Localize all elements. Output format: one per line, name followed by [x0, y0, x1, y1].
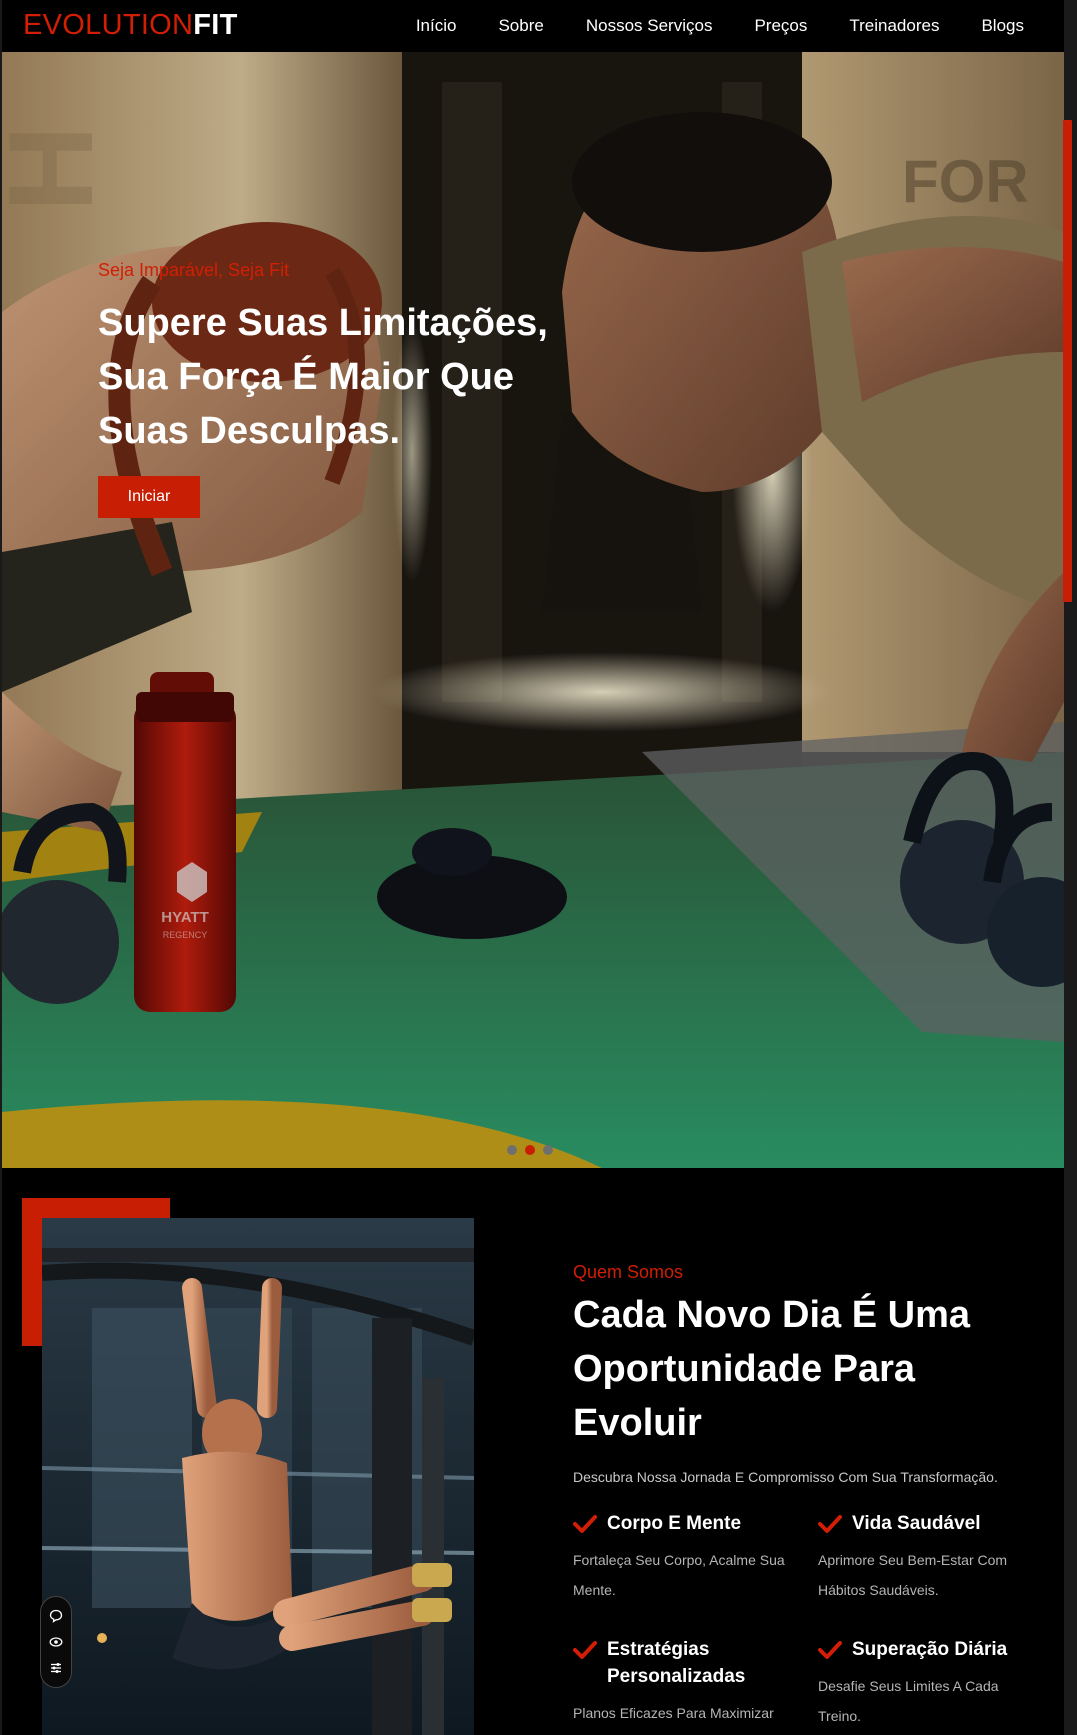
feature-title: Estratégias Personalizadas [607, 1639, 746, 1687]
check-icon [573, 1641, 597, 1659]
sliders-icon[interactable] [47, 1659, 65, 1677]
nav-item-servicos[interactable]: Nossos Serviços [586, 16, 713, 36]
nav-item-blogs[interactable]: Blogs [981, 16, 1024, 36]
hero-section: H FOR [2, 52, 1064, 1168]
carousel-dot-3[interactable] [543, 1145, 553, 1155]
check-icon [818, 1515, 842, 1533]
brand-part-1: EVOLUTION [23, 9, 194, 41]
feature-title: Corpo E Mente [607, 1513, 742, 1534]
page: EVOLUTIONFIT Início Sobre Nossos Serviço… [2, 0, 1064, 1735]
navbar: EVOLUTIONFIT Início Sobre Nossos Serviço… [2, 0, 1064, 52]
feature-title: Vida Saudável [852, 1513, 981, 1534]
scrollbar-thumb[interactable] [1063, 120, 1072, 602]
feature-text: Aprimore Seu Bem-Estar Com Hábitos Saudá… [818, 1552, 1008, 1598]
feature-estrategias: Estratégias Personalizadas Planos Eficaz… [573, 1636, 795, 1728]
nav-item-inicio[interactable]: Início [416, 16, 457, 36]
hero-title: Supere Suas Limitações, Sua Força É Maio… [98, 302, 548, 452]
carousel-dot-2[interactable] [525, 1145, 535, 1155]
nav-item-precos[interactable]: Preços [754, 16, 807, 36]
about-image [42, 1218, 474, 1735]
feature-text: Planos Eficazes Para Maximizar [573, 1705, 774, 1721]
about-title: Cada Novo Dia É Uma Oportunidade Para Ev… [573, 1294, 970, 1444]
feature-vida-saudavel: Vida Saudável Aprimore Seu Bem-Estar Com… [818, 1510, 1040, 1605]
feature-corpo-mente: Corpo E Mente Fortaleça Seu Corpo, Acalm… [573, 1510, 795, 1605]
feature-text: Desafie Seus Limites A Cada Treino. [818, 1678, 999, 1724]
floating-toolbar [40, 1596, 72, 1688]
nav-item-treinadores[interactable]: Treinadores [849, 16, 939, 36]
check-icon [573, 1515, 597, 1533]
main-nav: Início Sobre Nossos Serviços Preços Trei… [416, 0, 1024, 52]
feature-text: Fortaleça Seu Corpo, Acalme Sua Mente. [573, 1552, 785, 1598]
eye-icon[interactable] [47, 1633, 65, 1651]
start-button[interactable]: Iniciar [98, 476, 200, 518]
carousel-dots [507, 1145, 553, 1155]
brand-logo[interactable]: EVOLUTIONFIT [23, 8, 238, 42]
hero-background-image: H FOR [2, 52, 1064, 1168]
hero-tagline: Seja Imparável, Seja Fit [98, 260, 290, 280]
about-tagline: Quem Somos [573, 1262, 684, 1282]
feature-title: Superação Diária [852, 1639, 1008, 1660]
carousel-dot-1[interactable] [507, 1145, 517, 1155]
chat-icon[interactable] [47, 1607, 65, 1625]
about-section: Quem Somos Cada Novo Dia É Uma Oportunid… [2, 1168, 1064, 1735]
about-description: Descubra Nossa Jornada E Compromisso Com… [573, 1469, 998, 1485]
feature-superacao: Superação Diária Desafie Seus Limites A … [818, 1636, 1040, 1731]
brand-part-2: FIT [193, 9, 238, 41]
nav-item-sobre[interactable]: Sobre [498, 16, 543, 36]
check-icon [818, 1641, 842, 1659]
